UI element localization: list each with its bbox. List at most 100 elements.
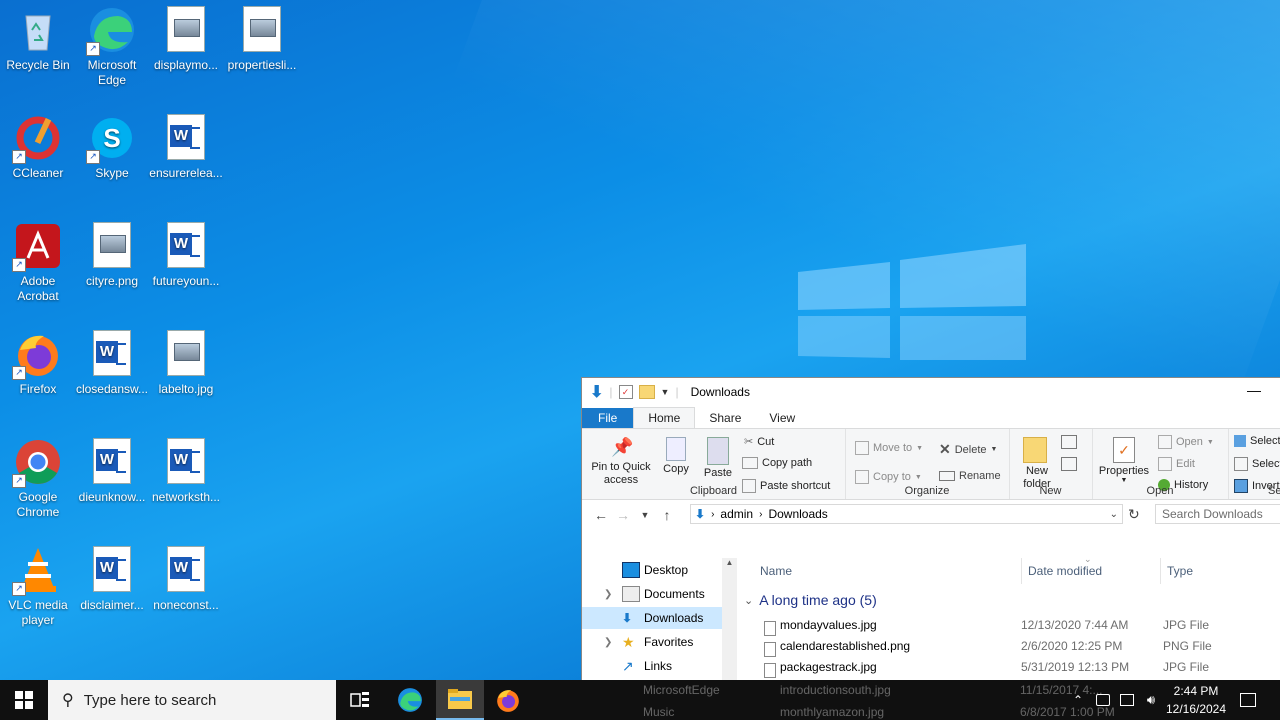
desktop-icon-displaymo[interactable]: displaymo... — [148, 4, 224, 73]
column-header-date-modified[interactable]: Date modified — [1021, 558, 1102, 584]
scroll-up-icon[interactable]: ▲ — [722, 558, 737, 567]
taskbar-firefox[interactable] — [484, 680, 532, 720]
desktop-icon-closedansw[interactable]: W closedansw... — [74, 328, 150, 397]
copy-path-button[interactable]: Copy path — [742, 457, 812, 469]
copy-button[interactable]: Copy — [658, 437, 694, 475]
open-button[interactable]: Open ▼ — [1158, 435, 1214, 449]
chevron-down-icon: ▼ — [1206, 438, 1214, 446]
nav-item-documents[interactable]: ❯ Documents — [582, 583, 722, 605]
copy-icon — [666, 437, 686, 461]
select-none-button[interactable]: Select — [1234, 457, 1280, 471]
action-center-button[interactable] — [1236, 680, 1260, 720]
nav-item-microsoftedge: MicrosoftEdge — [643, 683, 720, 697]
organize-group: Move to ▼ Copy to ▼ ✕ Delete ▼ Rename Organi… — [845, 429, 1010, 499]
tab-share[interactable]: Share — [695, 408, 755, 428]
search-input[interactable]: Search Downloads — [1155, 504, 1280, 524]
desktop-icon-labelto[interactable]: labelto.jpg — [148, 328, 224, 397]
new-item-icon[interactable] — [1061, 435, 1077, 449]
column-header-name[interactable]: Name — [760, 558, 792, 584]
desktop-icon-ccleaner[interactable]: ↗ CCleaner — [0, 112, 76, 181]
desktop-icon-disclaimer[interactable]: W disclaimer... — [74, 544, 150, 613]
desktop-icon-skype[interactable]: S ↗ Skype — [74, 112, 150, 181]
desktop-icon-adobe-acrobat[interactable]: ↗ Adobe Acrobat — [0, 220, 76, 304]
properties-quick-icon[interactable]: ✓ — [618, 385, 633, 399]
desktop-icon-label: Recycle Bin — [6, 58, 70, 72]
tab-view[interactable]: View — [755, 408, 809, 428]
start-button[interactable] — [0, 680, 48, 720]
desktop-icon-microsoft-edge[interactable]: ↗ Microsoft Edge — [74, 4, 150, 88]
download-arrow-icon: ⬇ — [590, 384, 604, 401]
desktop-icon-propertiesli[interactable]: propertiesli... — [224, 4, 300, 73]
nav-scrollbar[interactable]: ▲ — [722, 558, 737, 680]
up-arrow-icon[interactable]: ↑ — [656, 507, 678, 523]
taskbar-edge[interactable] — [386, 680, 434, 720]
meet-now-icon[interactable] — [1092, 680, 1114, 720]
desktop-icon-vlc[interactable]: ↗ VLC media player — [0, 544, 76, 628]
properties-button[interactable]: ✓ Properties ▼ — [1096, 437, 1152, 484]
file-row[interactable]: mondayvalues.jpg 12/13/2020 7:44 AM JPG … — [742, 618, 1280, 639]
desktop-icon-label: disclaimer... — [80, 598, 144, 612]
breadcrumb-admin[interactable]: admin — [720, 507, 753, 521]
recent-locations-chevron-icon[interactable]: ▼ — [634, 510, 656, 520]
nav-item-downloads[interactable]: ⬇ Downloads — [582, 607, 722, 629]
file-row-date: 11/15/2017 4:... — [1020, 683, 1103, 697]
desktop-icon-cityre[interactable]: cityre.png — [74, 220, 150, 289]
folder-quick-icon[interactable] — [638, 385, 655, 399]
collapse-chevron-icon[interactable]: ⌄ — [744, 594, 753, 607]
nav-item-desktop[interactable]: Desktop — [582, 559, 722, 581]
desktop-icon-noneconst[interactable]: W noneconst... — [148, 544, 224, 613]
show-hidden-icons-button[interactable]: ⌃ — [1068, 680, 1088, 720]
chevron-down-icon: ▼ — [916, 444, 924, 452]
nav-item-links[interactable]: ↗ Links — [582, 655, 722, 677]
cut-button[interactable]: ✂ Cut — [744, 435, 774, 449]
column-header-type[interactable]: Type — [1160, 558, 1193, 584]
network-icon[interactable] — [1116, 680, 1138, 720]
svg-text:S: S — [103, 123, 120, 153]
navigation-pane[interactable]: Desktop ❯ Documents ⬇ Downloads ❯ ★ Favo… — [582, 558, 737, 680]
desktop-icon-recycle-bin[interactable]: Recycle Bin — [0, 4, 76, 73]
task-view-button[interactable] — [336, 680, 384, 720]
move-to-button[interactable]: Move to ▼ — [855, 441, 923, 455]
tab-file[interactable]: File — [582, 408, 634, 428]
quick-access-dropdown-icon[interactable]: ▼ — [661, 387, 670, 397]
edit-button[interactable]: Edit — [1158, 457, 1195, 471]
file-list[interactable]: Name ⌄ Date modified Type ⌄ A long time … — [742, 554, 1280, 680]
back-arrow-icon[interactable]: ← — [590, 507, 612, 523]
forward-arrow-icon[interactable]: → — [612, 507, 634, 523]
breadcrumb-downloads[interactable]: Downloads — [768, 507, 827, 521]
refresh-icon[interactable]: ↻ — [1128, 506, 1140, 523]
rename-button[interactable]: Rename — [939, 470, 1001, 482]
desktop-icon-label: propertiesli... — [227, 58, 297, 72]
taskbar-file-explorer[interactable] — [436, 680, 484, 720]
file-row[interactable]: packagestrack.jpg 5/31/2019 12:13 PM JPG… — [742, 660, 1280, 680]
expand-chevron-icon[interactable]: ❯ — [604, 637, 612, 648]
desktop-icon-ensurerelea[interactable]: W ensurerelea... — [148, 112, 224, 181]
volume-icon[interactable]: 🔊︎ — [1140, 680, 1162, 720]
system-clock[interactable]: 2:44 PM 12/16/2024 — [1160, 682, 1232, 718]
copy-to-button[interactable]: Copy to ▼ — [855, 470, 922, 484]
delete-button[interactable]: ✕ Delete ▼ — [939, 441, 997, 458]
select-all-button[interactable]: Select — [1234, 435, 1280, 447]
desktop-icon-dieunknow[interactable]: W dieunknow... — [74, 436, 150, 505]
group-header[interactable]: ⌄ A long time ago (5) — [744, 592, 877, 608]
file-explorer-window[interactable]: ⬇ | ✓ ▼ | Downloads — File Home Share Vi… — [581, 377, 1280, 680]
pin-to-quick-access-button[interactable]: 📌 Pin to Quick access — [586, 437, 656, 487]
nav-item-favorites[interactable]: ❯ ★ Favorites — [582, 631, 722, 653]
title-bar[interactable]: ⬇ | ✓ ▼ | Downloads — — [582, 378, 1280, 406]
address-dropdown-icon[interactable]: ⌄ — [1110, 509, 1118, 520]
new-folder-button[interactable]: New folder — [1017, 437, 1053, 491]
desktop-icon-networksth[interactable]: W networksth... — [148, 436, 224, 505]
file-row-name: monthlyamazon.jpg — [780, 705, 885, 719]
taskbar: MicrosoftEdge Music introductionsouth.jp… — [0, 680, 1280, 720]
minimize-button[interactable]: — — [1247, 382, 1261, 398]
address-bar[interactable]: ⬇ › admin › Downloads ⌄ — [690, 504, 1123, 524]
taskbar-search-box[interactable]: ⚲ Type here to search — [48, 680, 336, 720]
file-row[interactable]: calendarestablished.png 2/6/2020 12:25 P… — [742, 639, 1280, 660]
desktop-icon-firefox[interactable]: ↗ Firefox — [0, 328, 76, 397]
paste-button[interactable]: Paste — [700, 437, 736, 479]
easy-access-icon[interactable] — [1061, 457, 1077, 471]
desktop-icon-futureyoun[interactable]: W futureyoun... — [148, 220, 224, 289]
expand-chevron-icon[interactable]: ❯ — [604, 589, 612, 600]
desktop-icon-google-chrome[interactable]: ↗ Google Chrome — [0, 436, 76, 520]
tab-home[interactable]: Home — [633, 407, 696, 428]
